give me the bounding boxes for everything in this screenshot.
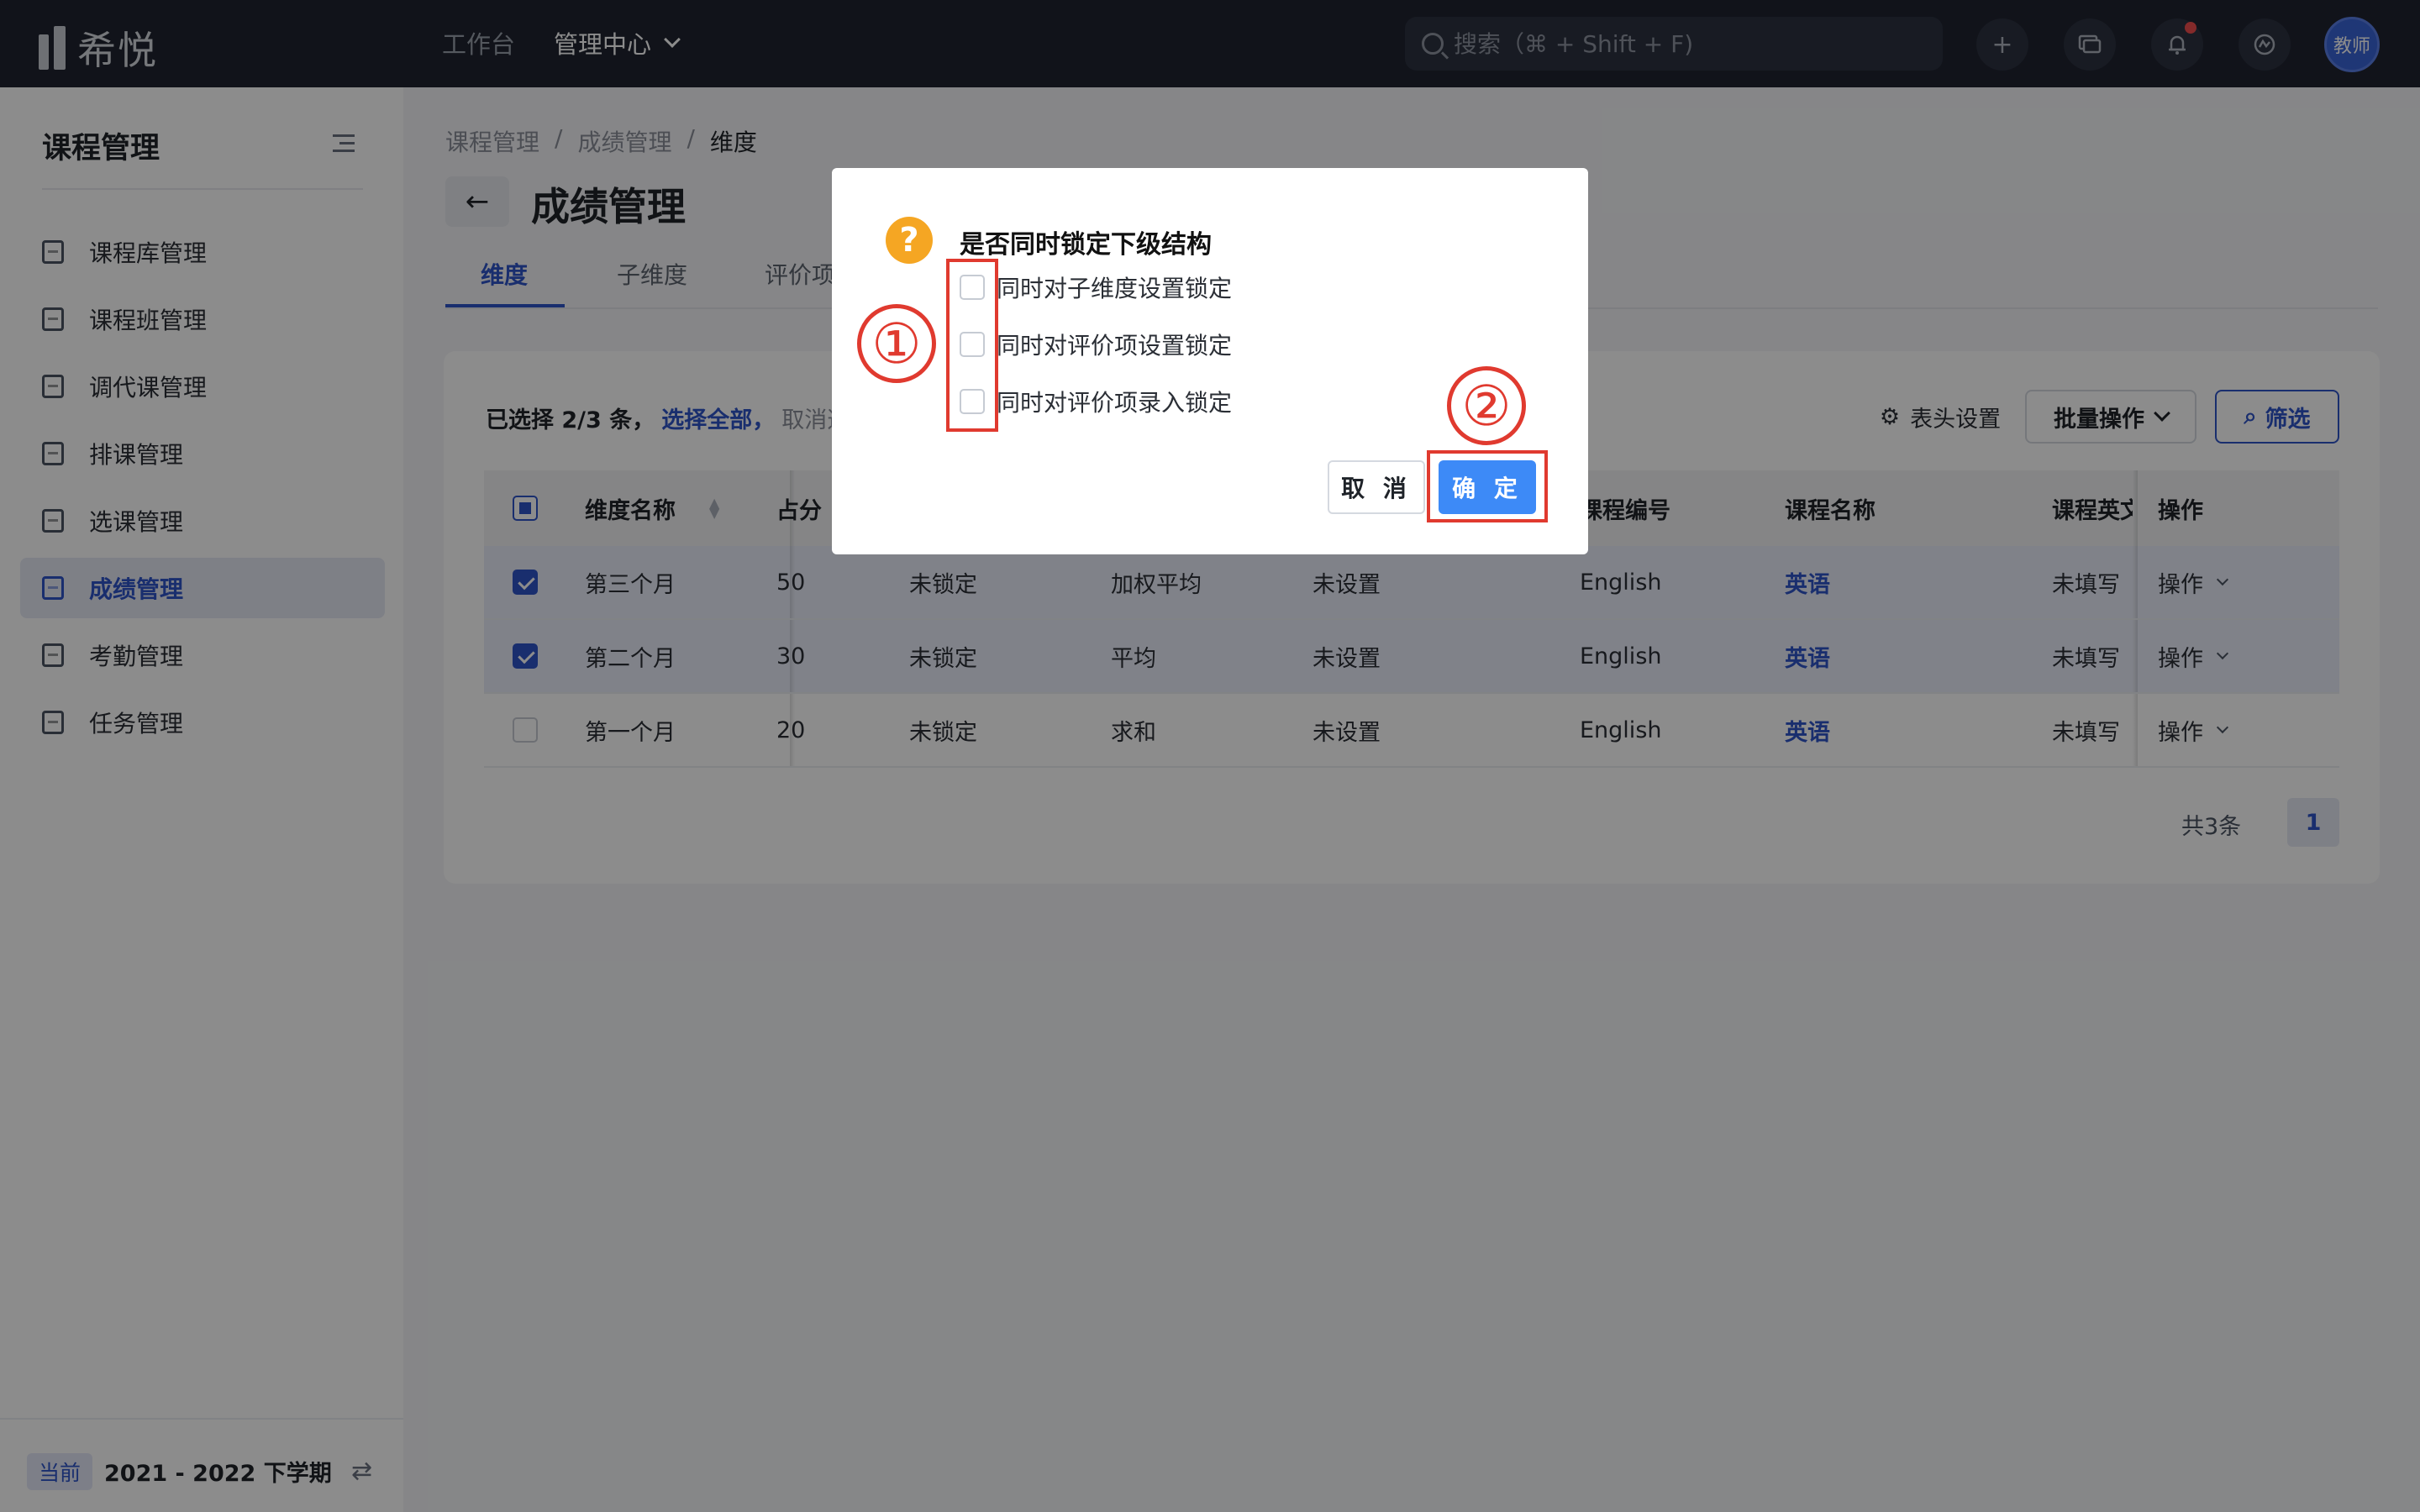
- option-label: 同时对评价项录入锁定: [997, 389, 1233, 417]
- annotation-box-confirm: [1427, 450, 1548, 522]
- option-label: 同时对子维度设置锁定: [997, 275, 1233, 302]
- question-icon: ?: [886, 217, 933, 264]
- dialog-title: 是否同时锁定下级结构: [960, 230, 1212, 260]
- cancel-button[interactable]: 取 消: [1328, 460, 1425, 514]
- annotation-box-checkboxes: [946, 259, 998, 432]
- option-label: 同时对评价项设置锁定: [997, 332, 1233, 360]
- annotation-step-1: ①: [857, 304, 936, 383]
- annotation-step-2: ②: [1447, 366, 1526, 445]
- option-lock-evaluation-setting[interactable]: 同时对评价项设置锁定: [960, 328, 1232, 361]
- option-lock-evaluation-entry[interactable]: 同时对评价项录入锁定: [960, 385, 1232, 418]
- option-lock-sub-dimension[interactable]: 同时对子维度设置锁定: [960, 270, 1232, 304]
